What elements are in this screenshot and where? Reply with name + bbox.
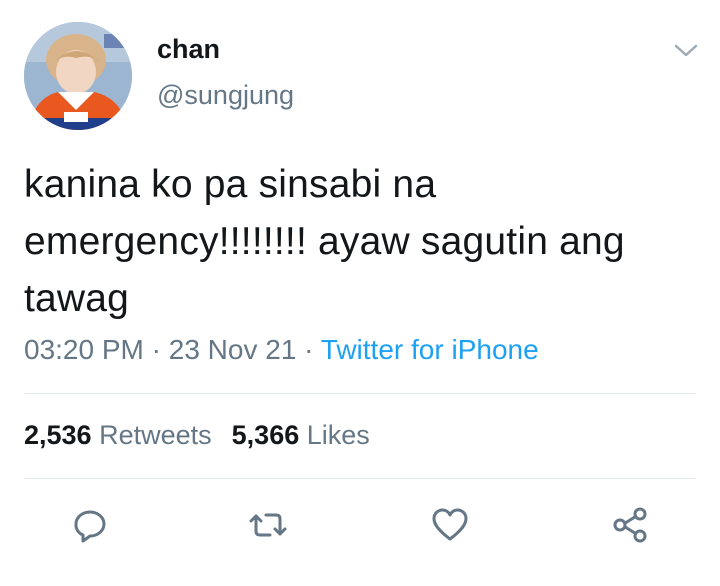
retweets-stat[interactable]: 2,536 Retweets	[24, 420, 212, 450]
reply-button[interactable]	[68, 503, 112, 547]
retweet-icon	[249, 513, 287, 537]
tweet-source-link[interactable]: Twitter for iPhone	[321, 334, 539, 365]
display-name[interactable]: chan	[157, 32, 220, 66]
retweets-label: Retweets	[99, 420, 212, 450]
engagement-stats: 2,536 Retweets 5,366 Likes	[24, 416, 370, 454]
retweets-count: 2,536	[24, 420, 92, 450]
meta-separator: ·	[143, 334, 169, 365]
tweet-meta: 03:20 PM · 23 Nov 21 · Twitter for iPhon…	[24, 330, 539, 370]
likes-stat[interactable]: 5,366 Likes	[232, 420, 370, 450]
tweet-date[interactable]: 23 Nov 21	[169, 334, 297, 365]
share-button[interactable]	[608, 503, 652, 547]
username-handle[interactable]: @sungjung	[157, 78, 294, 112]
retweet-button[interactable]	[246, 503, 290, 547]
avatar[interactable]	[24, 22, 132, 130]
likes-count: 5,366	[231, 420, 300, 450]
avatar-image	[24, 22, 132, 130]
likes-label: Likes	[306, 420, 370, 450]
heart-icon	[432, 508, 468, 541]
tweet-time: 03:20 PM	[24, 334, 144, 365]
meta-separator: ·	[296, 334, 321, 365]
share-icon	[613, 507, 647, 543]
chevron-down-icon[interactable]	[672, 40, 700, 60]
like-button[interactable]	[428, 503, 472, 547]
reply-icon	[74, 510, 106, 543]
tweet-text: kanina ko pa sinsabi na emergency!!!!!!!…	[24, 163, 625, 320]
divider	[24, 478, 696, 479]
divider	[24, 393, 696, 394]
